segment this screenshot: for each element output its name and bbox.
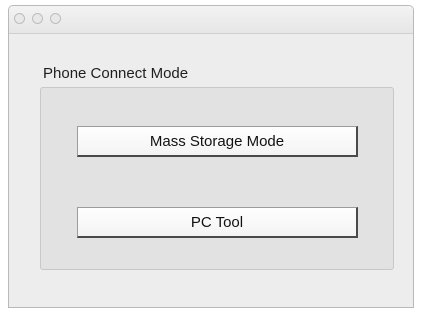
group-label: Phone Connect Mode bbox=[43, 65, 189, 82]
title-bar[interactable] bbox=[9, 6, 413, 34]
minimize-icon[interactable] bbox=[32, 13, 43, 24]
mass-storage-mode-button[interactable]: Mass Storage Mode bbox=[77, 126, 358, 157]
zoom-icon[interactable] bbox=[50, 13, 61, 24]
close-icon[interactable] bbox=[14, 13, 25, 24]
phone-connect-mode-group bbox=[40, 87, 394, 270]
pc-tool-button[interactable]: PC Tool bbox=[77, 207, 358, 238]
